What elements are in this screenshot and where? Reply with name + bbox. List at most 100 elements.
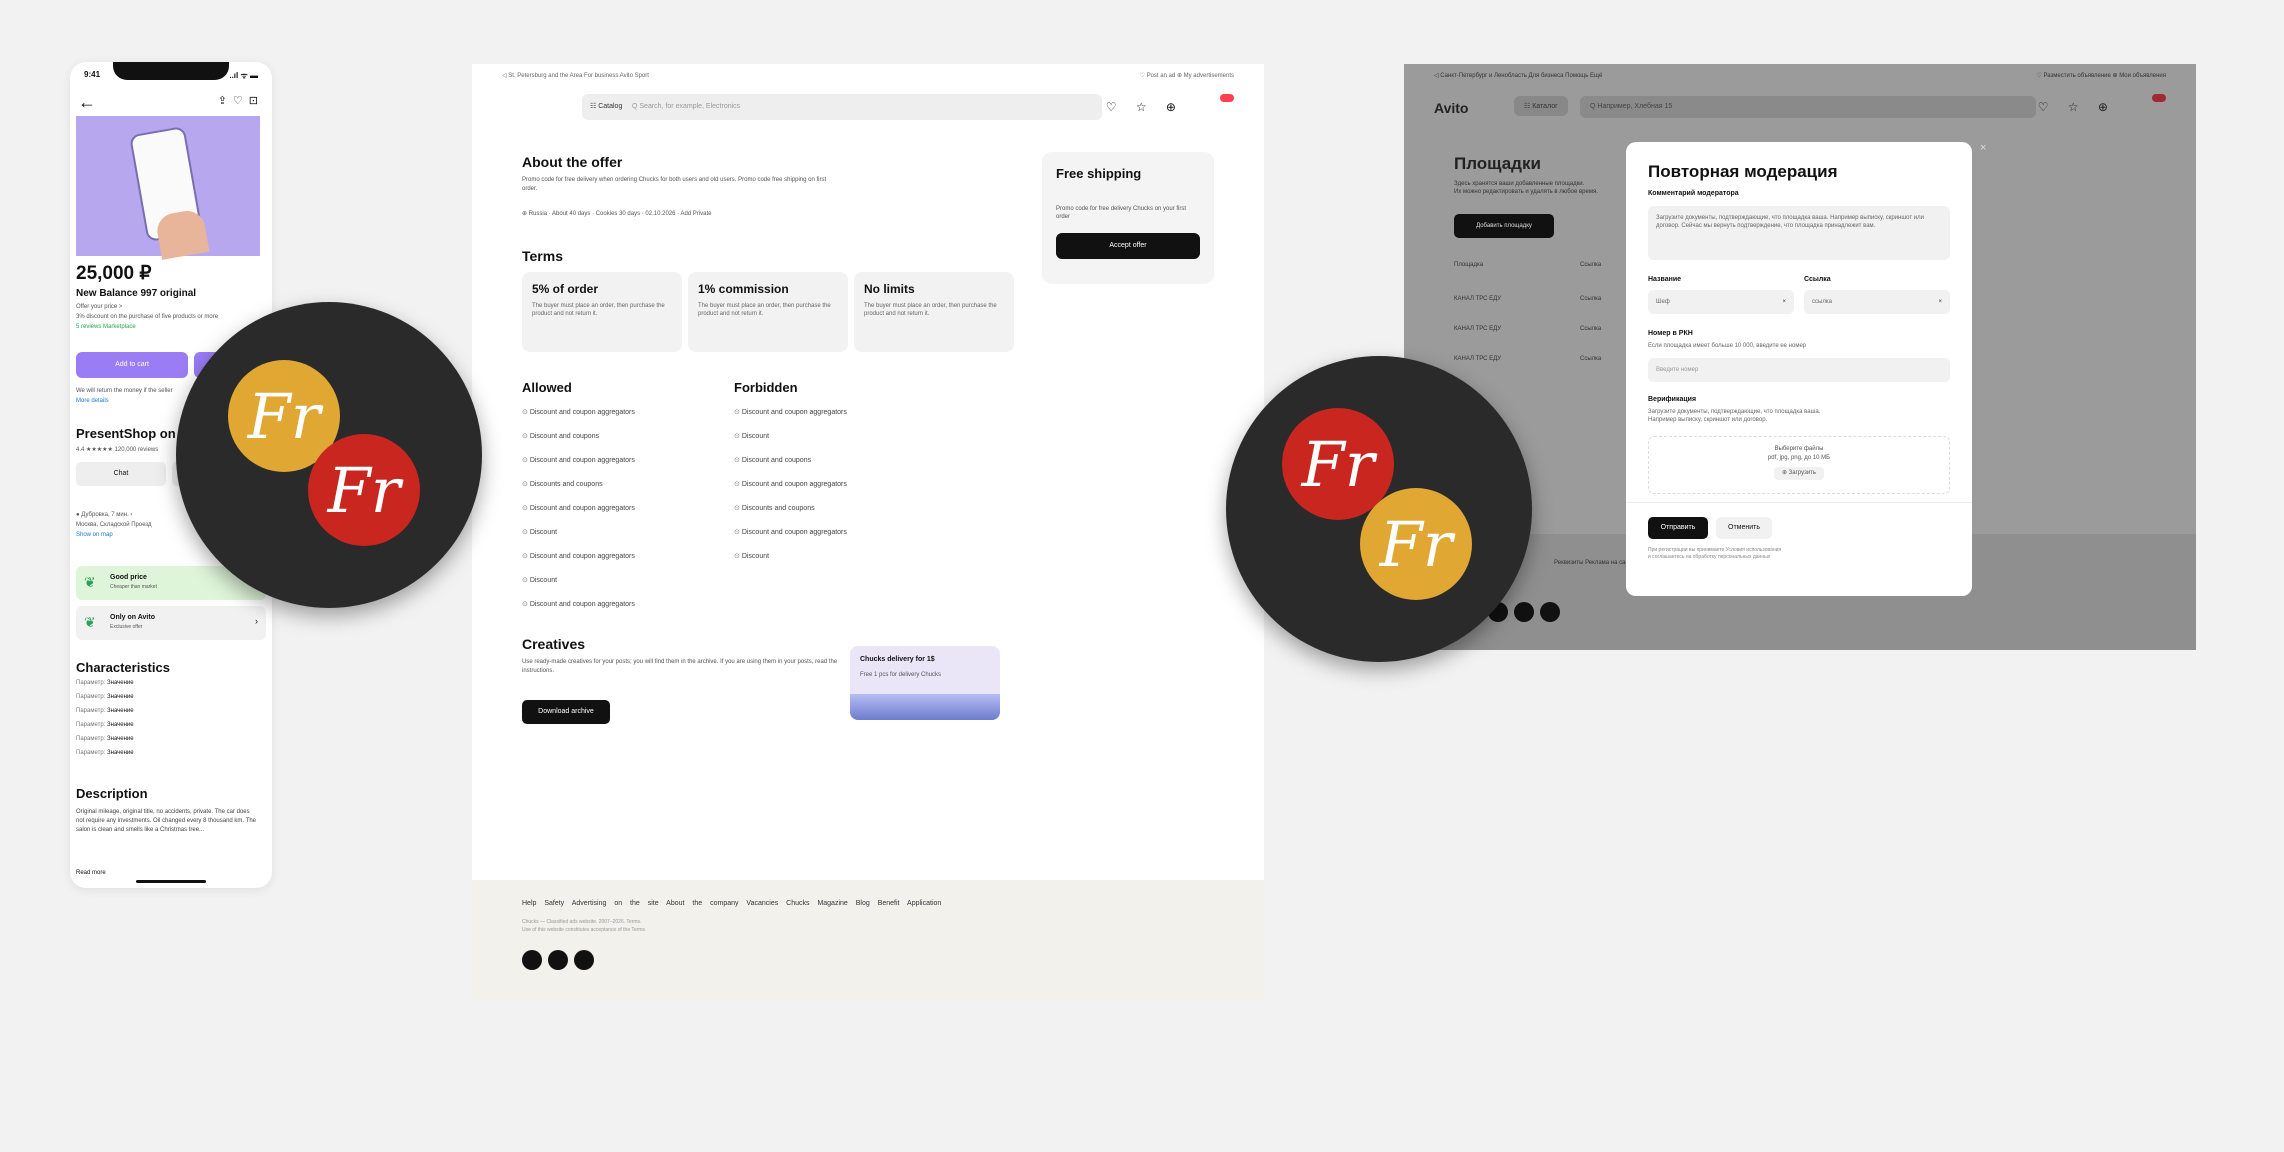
send-button[interactable]: Отправить bbox=[1648, 517, 1708, 539]
catalog-button[interactable]: ☷ Catalog bbox=[590, 94, 622, 120]
catalog-button[interactable]: ☷ Каталог bbox=[1514, 96, 1568, 116]
header-icons[interactable]: ♡ ☆ ⊕ bbox=[2038, 100, 2116, 114]
seller-metro: ● Дубровка, 7 мин. › bbox=[76, 512, 133, 518]
status-time: 9:41 bbox=[84, 70, 101, 79]
more-details-link[interactable]: More details bbox=[76, 398, 109, 404]
social-icon[interactable] bbox=[574, 950, 594, 970]
notification-badge bbox=[1220, 94, 1234, 102]
back-arrow-icon[interactable]: ← bbox=[78, 92, 96, 112]
product-image[interactable] bbox=[76, 116, 260, 260]
allowed-title: Allowed bbox=[522, 380, 572, 395]
search-input[interactable]: ☷ Catalog Q Search, for example, Electro… bbox=[582, 94, 1102, 120]
top-right-links[interactable]: ♡ Post an ad ⊕ My advertisements bbox=[1140, 72, 1234, 79]
name-field[interactable]: Шеф × bbox=[1648, 290, 1794, 314]
cancel-button[interactable]: Отменить bbox=[1716, 517, 1772, 539]
shop-name[interactable]: PresentShop on bbox=[76, 426, 176, 441]
modal-note: При регистрации вы принимаете Условия ис… bbox=[1648, 547, 1782, 553]
page-title: Площадки bbox=[1454, 154, 1541, 173]
description-text: Original mileage, original title, no acc… bbox=[76, 809, 256, 833]
about-text: Promo code for free delivery when orderi… bbox=[522, 177, 827, 192]
home-indicator bbox=[136, 880, 206, 883]
download-archive-button[interactable]: Download archive bbox=[522, 700, 610, 724]
allowed-item: Discounts and coupons bbox=[522, 480, 603, 488]
notification-badge bbox=[2152, 94, 2166, 102]
social-icons bbox=[1488, 602, 1566, 627]
reviews-line[interactable]: 5 reviews Marketplace bbox=[76, 324, 136, 330]
top-links[interactable]: ◁ St. Petersburg and the Area For busine… bbox=[502, 72, 649, 79]
show-on-map-link[interactable]: Show on map bbox=[76, 532, 113, 538]
share-fav-cart-icons[interactable]: ⇪♡⊡ bbox=[218, 94, 264, 107]
chat-button[interactable]: Chat bbox=[76, 462, 166, 486]
creative-card-title: Chucks delivery for 1$ bbox=[860, 656, 935, 663]
discount-line: 3% discount on the purchase of five prod… bbox=[76, 314, 219, 320]
modal-footer: Отправить Отменить При регистрации вы пр… bbox=[1626, 502, 1972, 596]
top-right-links[interactable]: ♡ Разместить объявление ⊕ Мои объявления bbox=[2036, 72, 2166, 79]
allowed-item: Discount and coupon aggregators bbox=[522, 408, 635, 416]
link-label: Ссылка bbox=[1804, 276, 1831, 283]
top-links[interactable]: ◁ Санкт-Петербург и Ленобласть Для бизне… bbox=[1434, 72, 1602, 79]
char-row: Параметр: Значение bbox=[76, 680, 134, 686]
accept-offer-button[interactable]: Accept offer bbox=[1056, 233, 1200, 259]
add-to-cart-button[interactable]: Add to cart bbox=[76, 352, 188, 378]
footer-copyright: Chucks — Classified ads website. 2007–20… bbox=[522, 919, 642, 925]
seller-address: Москва, Складской Проезд bbox=[76, 522, 152, 528]
char-row: Параметр: Значение bbox=[76, 708, 134, 714]
allowed-item: Discount and coupon aggregators bbox=[522, 456, 635, 464]
drop-sub: pdf, jpg, png, до 10 МБ bbox=[1767, 455, 1831, 461]
leaf-icon: ❦ bbox=[84, 574, 96, 590]
search-placeholder: Q Search, for example, Electronics bbox=[632, 103, 741, 110]
forbidden-item: Discount and coupon aggregators bbox=[734, 528, 847, 536]
description-title: Description bbox=[76, 786, 148, 801]
product-name: New Balance 997 original bbox=[76, 288, 197, 299]
social-icon[interactable] bbox=[548, 950, 568, 970]
offer-price-link[interactable]: Offer your price > bbox=[76, 304, 122, 310]
creatives-text: Use ready-made creatives for your posts;… bbox=[522, 659, 838, 674]
social-icon[interactable] bbox=[1540, 602, 1560, 622]
close-icon[interactable]: × bbox=[1980, 142, 1986, 154]
table-cell[interactable]: Ссылка bbox=[1580, 296, 1601, 302]
social-icon[interactable] bbox=[1514, 602, 1534, 622]
forbidden-item: Discount bbox=[734, 552, 769, 560]
status-icons: ..ıl ᯤ ▬ bbox=[229, 71, 258, 80]
char-row: Параметр: Значение bbox=[76, 736, 134, 742]
char-row: Параметр: Значение bbox=[76, 750, 134, 756]
footer-links[interactable]: Help Safety Advertising on the site Abou… bbox=[522, 900, 941, 907]
modal-title: Повторная модерация bbox=[1648, 162, 1838, 181]
forbidden-item: Discount bbox=[734, 432, 769, 440]
good-price-title: Good price bbox=[110, 574, 147, 581]
verify-label: Верификация bbox=[1648, 396, 1697, 403]
logo-badge-right: Fr Fr bbox=[1226, 356, 1532, 662]
table-row[interactable]: КАНАЛ ТРС ЕДУ bbox=[1454, 326, 1501, 332]
header-icons[interactable]: ♡ ☆ ⊕ bbox=[1106, 100, 1184, 114]
product-price: 25,000 ₽ bbox=[76, 263, 152, 284]
read-more-link[interactable]: Read more bbox=[76, 870, 106, 876]
forbidden-item: Discounts and coupons bbox=[734, 504, 815, 512]
search-input[interactable]: Q Например, Хлебная 15 bbox=[1580, 96, 2036, 118]
table-cell[interactable]: Ссылка bbox=[1580, 326, 1601, 332]
social-icon[interactable] bbox=[522, 950, 542, 970]
link-field[interactable]: ссылка × bbox=[1804, 290, 1950, 314]
add-platform-button[interactable]: Добавить площадку bbox=[1454, 214, 1554, 238]
term-card: 5% of order The buyer must place an order… bbox=[522, 272, 682, 352]
allowed-item: Discount and coupon aggregators bbox=[522, 600, 635, 608]
allowed-item: Discount bbox=[522, 576, 557, 584]
rkn-label: Номер в РКН bbox=[1648, 330, 1693, 337]
allowed-item: Discount and coupons bbox=[522, 432, 599, 440]
comment-label: Комментарий модератора bbox=[1648, 190, 1739, 197]
only-avito-card[interactable]: ❦ Only on Avito Exclusive offer › bbox=[76, 606, 266, 640]
table-row[interactable]: КАНАЛ ТРС ЕДУ bbox=[1454, 356, 1501, 362]
shop-rating: 4.4 ★★★★★ 120,000 reviews bbox=[76, 447, 159, 453]
table-row[interactable]: КАНАЛ ТРС ЕДУ bbox=[1454, 296, 1501, 302]
moderator-comment: Загрузите документы, подтверждающие, что… bbox=[1648, 206, 1950, 260]
creative-preview-card[interactable]: Chucks delivery for 1$ Free 1 pcs for de… bbox=[850, 646, 1000, 720]
clear-icon: × bbox=[1938, 299, 1942, 305]
chevron-right-icon: › bbox=[255, 616, 258, 626]
footer-terms: Use of this website constitutes acceptan… bbox=[522, 927, 646, 933]
file-dropzone[interactable]: Выберите файлы pdf, jpg, png, до 10 МБ ⊕… bbox=[1648, 436, 1950, 494]
rkn-input[interactable]: Введите номер bbox=[1648, 358, 1950, 382]
mobile-nav-bar: ← ⇪♡⊡ bbox=[70, 92, 272, 114]
table-cell[interactable]: Ссылка bbox=[1580, 356, 1601, 362]
avito-logo[interactable]: Avito bbox=[1434, 100, 1468, 116]
upload-button[interactable]: ⊕ Загрузить bbox=[1773, 467, 1825, 480]
footer-links[interactable]: Реквизиты Реклама на сайте bbox=[1554, 560, 1635, 566]
